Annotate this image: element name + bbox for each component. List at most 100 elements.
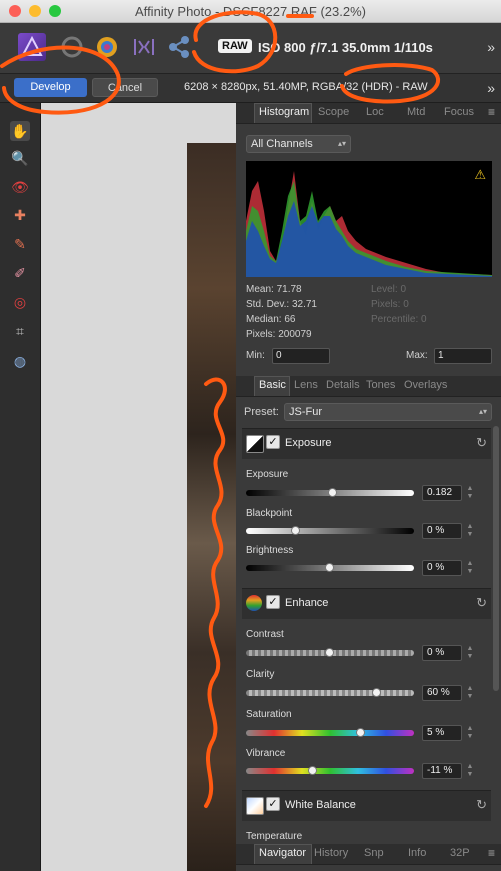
tab-history[interactable]: History (314, 847, 348, 859)
hand-tool-icon[interactable]: ✋ (10, 121, 30, 141)
tab-focus[interactable]: Focus (444, 106, 474, 118)
exif-readout: ISO 800 ƒ/7.1 35.0mm 1/110s (258, 40, 433, 55)
raw-badge: RAW (218, 39, 252, 53)
brightness-slider-thumb[interactable] (325, 563, 334, 572)
tab-overlays[interactable]: Overlays (404, 379, 447, 391)
warning-icon: ⚠ (474, 167, 486, 182)
saturation-value-field[interactable]: 5 % (422, 725, 462, 741)
enhance-enable-checkbox[interactable]: ✓ (266, 595, 280, 609)
cancel-button[interactable]: Cancel (92, 78, 158, 97)
erase-brush-tool-icon[interactable]: ✐ (10, 263, 30, 283)
slider-label-vibrance: Vibrance (246, 748, 286, 759)
tab-snapshots[interactable]: Snp (364, 847, 384, 859)
tab-histogram[interactable]: Histogram (259, 106, 309, 118)
tab-mtd[interactable]: Mtd (407, 106, 425, 118)
channel-select-value: All Channels (251, 138, 313, 150)
white-balance-picker-icon[interactable]: ◍ (10, 351, 30, 371)
panel-scrollbar[interactable] (493, 426, 499, 691)
tab-tones[interactable]: Tones (366, 379, 395, 391)
context-toolbar: Develop Cancel 6208 × 8280px, 51.40MP, R… (0, 74, 501, 103)
tab-navigator[interactable]: Navigator (259, 847, 306, 859)
blemish-tool-icon[interactable]: ✚ (10, 205, 30, 225)
slider-label-blackpoint: Blackpoint (246, 508, 293, 519)
clarity-slider[interactable] (246, 688, 414, 697)
blackpoint-slider-thumb[interactable] (291, 526, 300, 535)
enhance-section-icon (246, 595, 262, 611)
tab-basic[interactable]: Basic (259, 379, 286, 391)
stat-level-pixels: Pixels: 0 (371, 299, 409, 310)
saturation-slider[interactable] (246, 728, 414, 737)
develop-tabbar: Basic Lens Details Tones Overlays (236, 376, 501, 397)
blackpoint-value-field[interactable]: 0 % (422, 523, 462, 539)
persona-tonemap-icon[interactable] (130, 33, 158, 61)
blackpoint-stepper[interactable]: ▲ ▼ (465, 523, 475, 539)
navigator-tabbar: Navigator History Snp Info 32P ≡ (236, 844, 501, 865)
tab-32p[interactable]: 32P (450, 847, 470, 859)
white-balance-section-header[interactable]: ✓ White Balance ↻ (242, 790, 491, 821)
vibrance-slider[interactable] (246, 766, 414, 775)
crop-tool-icon[interactable]: ⌗ (10, 321, 30, 341)
enhance-section-title: Enhance (285, 597, 329, 609)
brightness-slider[interactable] (246, 563, 414, 572)
tab-info[interactable]: Info (408, 847, 426, 859)
persona-develop-icon[interactable] (93, 33, 121, 61)
persona-photo-icon[interactable] (18, 33, 46, 61)
preset-select[interactable]: JS-Fur ▴▾ (284, 403, 492, 421)
tab-lens[interactable]: Lens (294, 379, 318, 391)
white-balance-enable-checkbox[interactable]: ✓ (266, 797, 280, 811)
exposure-enable-checkbox[interactable]: ✓ (266, 435, 280, 449)
contrast-stepper[interactable]: ▲ ▼ (465, 645, 475, 661)
enhance-section-header[interactable]: ✓ Enhance ↻ (242, 588, 491, 619)
vibrance-value-field[interactable]: -11 % (422, 763, 462, 779)
enhance-reset-icon[interactable]: ↻ (476, 595, 487, 611)
develop-button[interactable]: Develop (14, 78, 87, 97)
blackpoint-slider[interactable] (246, 526, 414, 535)
tab-loc[interactable]: Loc (366, 106, 384, 118)
slider-label-temperature: Temperature (246, 831, 303, 842)
preset-select-value: JS-Fur (289, 406, 322, 418)
red-eye-tool-icon[interactable]: 👁 (10, 177, 30, 197)
clarity-value-field[interactable]: 60 % (422, 685, 462, 701)
tab-scope[interactable]: Scope (318, 106, 349, 118)
channel-select[interactable]: All Channels ▴▾ (246, 135, 351, 153)
white-balance-section-icon (246, 797, 264, 815)
exposure-slider[interactable] (246, 488, 414, 497)
tab-details[interactable]: Details (326, 379, 360, 391)
zoom-tool-icon[interactable]: 🔍 (10, 148, 30, 168)
gradient-tool-icon[interactable]: ◎ (10, 292, 30, 312)
slider-label-brightness: Brightness (246, 545, 294, 556)
exposure-section-header[interactable]: ✓ Exposure ↻ (242, 428, 491, 459)
chevron-updown-icon: ▴▾ (337, 139, 346, 148)
panel-menu-icon[interactable]: ≡ (488, 105, 495, 119)
brightness-stepper[interactable]: ▲ ▼ (465, 560, 475, 576)
min-input[interactable]: 0 (272, 348, 330, 364)
panel-menu-icon[interactable]: ≡ (488, 846, 495, 860)
histogram-tabbar: Histogram Scope Loc Mtd Focus ≡ (236, 103, 501, 124)
clarity-stepper[interactable]: ▲ ▼ (465, 685, 475, 701)
exposure-slider-thumb[interactable] (328, 488, 337, 497)
saturation-stepper[interactable]: ▲ ▼ (465, 725, 475, 741)
histogram-graph: ⚠ (246, 161, 492, 277)
saturation-slider-thumb[interactable] (356, 728, 365, 737)
contrast-slider-thumb[interactable] (325, 648, 334, 657)
vibrance-slider-thumb[interactable] (308, 766, 317, 775)
contrast-slider[interactable] (246, 648, 414, 657)
raw-photo[interactable] (187, 143, 236, 871)
clarity-slider-thumb[interactable] (372, 688, 381, 697)
toolbar-overflow-icon[interactable]: » (487, 39, 495, 55)
max-input[interactable]: 1 (434, 348, 492, 364)
context-overflow-icon[interactable]: » (487, 80, 495, 96)
contrast-value-field[interactable]: 0 % (422, 645, 462, 661)
white-balance-reset-icon[interactable]: ↻ (476, 797, 487, 813)
exposure-reset-icon[interactable]: ↻ (476, 435, 487, 451)
title-bar: Affinity Photo - DSCF8227.RAF (23.2%) (0, 0, 501, 23)
brush-tool-icon[interactable]: ✎ (10, 234, 30, 254)
image-info: 6208 × 8280px, 51.40MP, RGBA/32 (HDR) - … (184, 81, 428, 93)
vibrance-stepper[interactable]: ▲ ▼ (465, 763, 475, 779)
brightness-value-field[interactable]: 0 % (422, 560, 462, 576)
exposure-stepper[interactable]: ▲ ▼ (465, 485, 475, 501)
persona-export-icon[interactable] (165, 33, 193, 61)
slider-label-saturation: Saturation (246, 709, 292, 720)
exposure-value-field[interactable]: 0.182 (422, 485, 462, 501)
persona-liquify-icon[interactable] (58, 33, 86, 61)
